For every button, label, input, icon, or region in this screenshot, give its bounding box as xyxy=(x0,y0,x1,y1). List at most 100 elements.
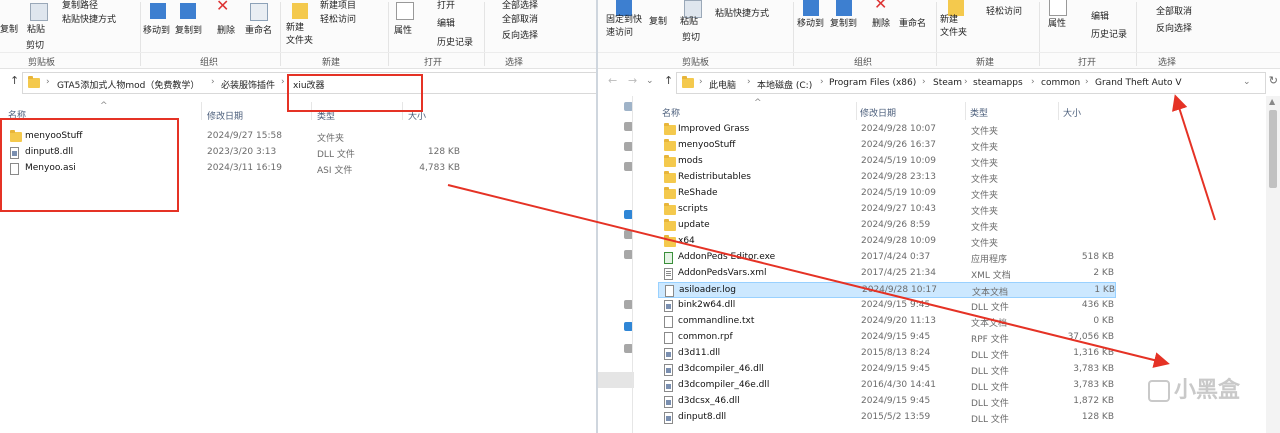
ribbon-toolbar: 复制 粘贴 复制路径 粘贴快捷方式 剪切 移动到 复制到 ✕ 删除 重命名 新建… xyxy=(0,0,596,69)
file-date: 2024/9/15 9:45 xyxy=(861,396,931,406)
file-row[interactable]: menyooStuff 2024/9/26 16:37 文件夹 xyxy=(658,138,1116,154)
column-date[interactable]: 修改日期 xyxy=(860,106,896,119)
nav-selected-item[interactable] xyxy=(598,372,634,388)
file-row[interactable]: ReShade 2024/5/19 10:09 文件夹 xyxy=(658,186,1116,202)
file-size: 1,316 KB xyxy=(1073,348,1114,358)
breadcrumb-segment[interactable]: GTA5添加式人物mod（免费教学） xyxy=(57,78,199,91)
select-none-button[interactable]: 全部取消 xyxy=(1156,4,1192,17)
up-arrow-icon[interactable]: ↑ xyxy=(664,74,673,87)
edit-button[interactable]: 编辑 xyxy=(1091,9,1109,22)
edit-button[interactable]: 编辑 xyxy=(437,16,455,29)
file-row[interactable]: AddonPedsVars.xml 2017/4/25 21:34 XML 文档 2 … xyxy=(658,266,1116,282)
scroll-thumb[interactable] xyxy=(1269,110,1277,188)
file-row[interactable]: x64 2024/9/28 10:09 文件夹 xyxy=(658,234,1116,250)
delete-button[interactable]: 删除 xyxy=(872,16,890,29)
invert-selection-button[interactable]: 反向选择 xyxy=(502,28,538,41)
breadcrumb-segment[interactable]: Program Files (x86) xyxy=(829,78,916,88)
select-all-button[interactable]: 全部选择 xyxy=(502,0,538,11)
column-name[interactable]: 名称 xyxy=(662,106,680,119)
pin-quick-access-button[interactable]: 固定到快 速访问 xyxy=(606,14,642,40)
file-row[interactable]: mods 2024/5/19 10:09 文件夹 xyxy=(658,154,1116,170)
rename-button[interactable]: 重命名 xyxy=(245,23,272,36)
file-row[interactable]: AddonPeds Editor.exe 2017/4/24 0:37 应用程序 51… xyxy=(658,250,1116,266)
column-size[interactable]: 大小 xyxy=(1063,106,1081,119)
properties-icon xyxy=(396,2,414,20)
address-dropdown-icon[interactable]: ⌄ xyxy=(1243,77,1251,87)
paste-shortcut-button[interactable]: 粘贴快捷方式 xyxy=(62,12,116,25)
back-arrow-icon[interactable]: ← xyxy=(608,74,617,87)
column-date[interactable]: 修改日期 xyxy=(207,109,243,122)
file-row[interactable]: d3dcsx_46.dll 2024/9/15 9:45 DLL 文件 1,872 K… xyxy=(658,394,1116,410)
up-arrow-icon[interactable]: ↑ xyxy=(10,74,19,87)
cut-button[interactable]: 剪切 xyxy=(682,30,700,43)
scroll-up-icon[interactable]: ▲ xyxy=(1269,97,1275,106)
breadcrumb-segment[interactable]: common xyxy=(1041,78,1080,88)
file-type: DLL 文件 xyxy=(317,150,355,160)
cut-button[interactable]: 剪切 xyxy=(26,38,44,51)
file-name: update xyxy=(678,220,710,230)
select-none-button[interactable]: 全部取消 xyxy=(502,12,538,25)
file-name: AddonPeds Editor.exe xyxy=(678,252,776,262)
easy-access-button[interactable]: 轻松访问 xyxy=(320,12,356,25)
properties-button[interactable]: 属性 xyxy=(394,23,412,36)
copy-to-button[interactable]: 复制到 xyxy=(175,23,202,36)
column-header: ^ 名称 修改日期 类型 大小 xyxy=(598,98,1280,120)
breadcrumb-segment[interactable]: 本地磁盘 (C:) xyxy=(757,78,812,91)
dll-icon xyxy=(664,348,673,360)
copy-button[interactable]: 复制 xyxy=(649,14,667,27)
delete-button[interactable]: 删除 xyxy=(217,23,235,36)
breadcrumb-segment[interactable]: steamapps xyxy=(973,78,1023,88)
copy-to-button[interactable]: 复制到 xyxy=(830,16,857,29)
rename-button[interactable]: 重命名 xyxy=(899,16,926,29)
refresh-icon[interactable]: ↻ xyxy=(1269,74,1278,87)
copy-button[interactable]: 复制 xyxy=(0,22,18,35)
forward-arrow-icon[interactable]: → xyxy=(628,74,637,87)
file-row[interactable]: dinput8.dll 2015/5/2 13:59 DLL 文件 128 KB xyxy=(658,410,1116,426)
vertical-scrollbar[interactable]: ▲ xyxy=(1266,96,1280,433)
new-folder-button[interactable]: 新建 文件夹 xyxy=(940,14,967,40)
xml-icon xyxy=(664,268,673,280)
breadcrumb-segment[interactable]: Grand Theft Auto V xyxy=(1095,78,1182,88)
file-row[interactable]: bink2w64.dll 2024/9/15 9:45 DLL 文件 436 KB xyxy=(658,298,1116,314)
file-name: menyooStuff xyxy=(678,140,736,150)
annotation-box-folder xyxy=(287,74,423,112)
breadcrumb-segment[interactable]: Steam xyxy=(933,78,962,88)
file-size: 37,056 KB xyxy=(1067,332,1114,342)
file-name: bink2w64.dll xyxy=(678,300,736,310)
breadcrumb-segment[interactable]: 此电脑 xyxy=(709,78,736,91)
column-type[interactable]: 类型 xyxy=(970,106,988,119)
properties-button[interactable]: 属性 xyxy=(1048,16,1066,29)
file-row[interactable]: d3d11.dll 2015/8/13 8:24 DLL 文件 1,316 KB xyxy=(658,346,1116,362)
file-row[interactable]: Improved Grass 2024/9/28 10:07 文件夹 xyxy=(658,122,1116,138)
organize-group-label: 组织 xyxy=(854,58,873,68)
file-row[interactable]: d3dcompiler_46e.dll 2016/4/30 14:41 DLL 文件… xyxy=(658,378,1116,394)
easy-access-button[interactable]: 轻松访问 xyxy=(986,4,1022,17)
file-row[interactable]: commandline.txt 2024/9/20 11:13 文本文档 0 KB xyxy=(658,314,1116,330)
file-row[interactable]: update 2024/9/26 8:59 文件夹 xyxy=(658,218,1116,234)
address-box[interactable]: › 此电脑 › 本地磁盘 (C:) › Program Files (x86) … xyxy=(676,72,1266,94)
delete-icon: ✕ xyxy=(874,0,888,13)
chevron-right-icon: › xyxy=(46,77,50,87)
move-to-button[interactable]: 移动到 xyxy=(143,23,170,36)
open-button[interactable]: 打开 xyxy=(437,0,455,11)
breadcrumb-segment[interactable]: 必装服饰插件 xyxy=(221,78,275,91)
new-item-button[interactable]: 新建项目 xyxy=(320,0,356,11)
history-button[interactable]: 历史记录 xyxy=(1091,27,1127,40)
recent-dropdown-icon[interactable]: ⌄ xyxy=(646,76,654,86)
move-to-button[interactable]: 移动到 xyxy=(797,16,824,29)
history-button[interactable]: 历史记录 xyxy=(437,35,473,48)
ribbon-toolbar: 固定到快 速访问 复制 粘贴 粘贴快捷方式 剪切 移动到 复制到 ✕ 删除 重命… xyxy=(598,0,1280,69)
file-row[interactable]: common.rpf 2024/9/15 9:45 RPF 文件 37,056 KB xyxy=(658,330,1116,346)
invert-selection-button[interactable]: 反向选择 xyxy=(1156,21,1192,34)
navigation-pane[interactable] xyxy=(598,96,634,433)
paste-button[interactable]: 粘贴 xyxy=(27,22,45,35)
file-row[interactable]: asiloader.log 2024/9/28 10:17 文本文档 1 KB xyxy=(658,282,1116,298)
file-row[interactable]: Redistributables 2024/9/28 23:13 文件夹 xyxy=(658,170,1116,186)
paste-shortcut-button[interactable]: 粘贴快捷方式 xyxy=(715,6,769,19)
new-folder-button[interactable]: 新建 文件夹 xyxy=(286,22,313,48)
paste-button[interactable]: 粘贴 xyxy=(680,14,698,27)
file-row[interactable]: scripts 2024/9/27 10:43 文件夹 xyxy=(658,202,1116,218)
file-row[interactable]: d3dcompiler_46.dll 2024/9/15 9:45 DLL 文件 3,… xyxy=(658,362,1116,378)
copy-path-button[interactable]: 复制路径 xyxy=(62,0,98,11)
open-group-label: 打开 xyxy=(1078,58,1097,68)
